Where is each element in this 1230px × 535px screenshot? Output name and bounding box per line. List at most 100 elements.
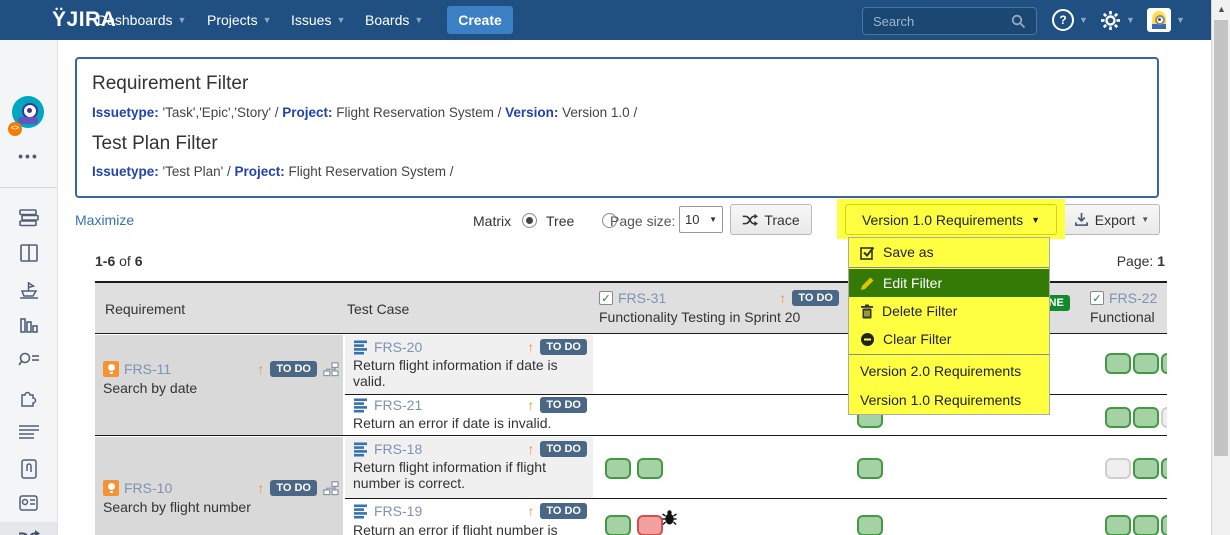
status-badge: TO DO	[540, 503, 587, 519]
vertical-scrollbar[interactable]: ▲	[1211, 0, 1230, 535]
sidebar-more-icon[interactable]: •••	[0, 148, 57, 164]
nav-issues[interactable]: Issues▼	[291, 0, 345, 40]
page-size-select[interactable]: 10 ▼	[679, 206, 723, 233]
sidebar-item-backlog[interactable]	[0, 208, 57, 228]
priority-up-icon: ↑	[257, 481, 264, 495]
nav-dashboards[interactable]: Dashboards▼	[97, 0, 186, 40]
matrix-radio[interactable]	[522, 213, 537, 228]
menu-item-edit-filter[interactable]: Edit Filter	[849, 269, 1049, 297]
filter-summary-panel: Requirement Filter Issuetype: 'Task','Ep…	[75, 57, 1159, 198]
magnifier-list-icon	[18, 351, 40, 370]
search-box	[862, 7, 1037, 35]
trace-cell-pass[interactable]	[1133, 407, 1159, 428]
menu-item-version-2[interactable]: Version 2.0 Requirements	[849, 356, 1049, 385]
project-type-badge: <>	[8, 122, 22, 136]
issue-key-link[interactable]: FRS-19	[374, 503, 422, 519]
sidebar-item-addons[interactable]	[0, 387, 57, 408]
trace-cell-fail[interactable]	[637, 515, 663, 535]
sidebar-item-reports[interactable]	[0, 315, 57, 335]
trace-cell-pass[interactable]	[1105, 353, 1131, 374]
sidebar-item-issues[interactable]	[0, 351, 57, 370]
search-input[interactable]	[871, 10, 1010, 32]
chevron-down-icon: ▼	[1126, 15, 1135, 25]
test-case-icon	[353, 441, 369, 457]
trash-icon	[860, 304, 874, 319]
issue-key-link[interactable]: FRS-10	[124, 480, 172, 496]
trace-cell-pass[interactable]	[605, 515, 631, 535]
issue-key-link[interactable]: FRS-20	[374, 339, 422, 355]
export-button[interactable]: Export ▼	[1063, 204, 1160, 235]
sidebar-item-pages[interactable]	[0, 458, 57, 480]
page-icon	[19, 458, 39, 480]
nav-projects[interactable]: Projects ▼	[207, 0, 272, 40]
test-plan-filter-line: Issuetype: 'Test Plan' / Project: Flight…	[92, 164, 454, 179]
result-range: 1-6	[95, 253, 115, 269]
bug-icon[interactable]	[662, 509, 677, 526]
issuetype-label: Issuetype:	[92, 105, 159, 120]
trace-cell-pass[interactable]	[1105, 407, 1131, 428]
issue-key-link[interactable]: FRS-11	[124, 361, 171, 377]
issue-key-link[interactable]: FRS-22	[1109, 290, 1157, 306]
menu-item-version-1[interactable]: Version 1.0 Requirements	[849, 385, 1049, 414]
col-header-frs31: ✓ FRS-31 ↑ TO DO Functionality Testing i…	[599, 290, 839, 325]
test-plan-icon: ✓	[599, 291, 613, 305]
trace-cell-pass[interactable]	[1133, 353, 1159, 374]
trace-cell-pass[interactable]	[1161, 353, 1167, 374]
search-icon[interactable]	[1011, 14, 1026, 29]
trace-cell-pass[interactable]	[1105, 515, 1131, 535]
version-value: Version 1.0 /	[558, 105, 637, 120]
trace-cell-none[interactable]	[1161, 407, 1167, 428]
page-label: Page:	[1117, 253, 1154, 269]
menu-item-save-as[interactable]: Save as	[849, 238, 1049, 266]
trace-button[interactable]: Trace	[730, 204, 812, 235]
test-case-summary: Return flight information if flight numb…	[353, 459, 587, 491]
sidebar-item-traceability[interactable]	[0, 529, 57, 535]
sidebar-item-releases[interactable]	[0, 279, 57, 299]
issue-key-link[interactable]: FRS-18	[374, 441, 422, 457]
card-icon	[18, 494, 39, 512]
issuetype-value: 'Task','Epic','Story' /	[159, 105, 283, 120]
test-case-summary: Return flight information if date is val…	[353, 357, 587, 389]
lines-icon	[18, 424, 40, 440]
saved-filter-dropdown-button[interactable]: Version 1.0 Requirements ▼	[845, 204, 1057, 235]
chevron-down-icon: ▼	[1141, 215, 1149, 224]
board-icon	[19, 243, 39, 263]
hierarchy-icon[interactable]	[323, 362, 339, 377]
user-menu[interactable]: ▼	[1147, 0, 1185, 40]
trace-cell-pass[interactable]	[1161, 515, 1167, 535]
save-as-icon	[860, 245, 875, 260]
story-icon	[103, 361, 119, 377]
trace-cell-pass[interactable]	[857, 458, 883, 479]
issue-key-link[interactable]: FRS-21	[374, 397, 422, 413]
issue-key-link[interactable]: FRS-31	[618, 290, 666, 306]
status-badge: TO DO	[270, 480, 317, 496]
nav-projects-label: Projects	[207, 12, 258, 28]
menu-item-delete-filter[interactable]: Delete Filter	[849, 297, 1049, 325]
hierarchy-icon[interactable]	[323, 481, 339, 496]
maximize-link[interactable]: Maximize	[75, 212, 134, 228]
scrollbar-up-arrow[interactable]: ▲	[1212, 4, 1230, 14]
sidebar-item-summary[interactable]	[0, 424, 57, 440]
status-badge: TO DO	[540, 441, 587, 457]
sidebar-item-project-card[interactable]	[0, 494, 57, 512]
nav-boards[interactable]: Boards▼	[365, 0, 423, 40]
trace-cell-pass[interactable]	[1133, 515, 1159, 535]
chevron-down-icon: ▼	[263, 15, 272, 25]
requirement-summary: Search by date	[103, 380, 339, 396]
col-header-requirement: Requirement	[105, 301, 185, 317]
menu-item-clear-filter[interactable]: Clear Filter	[849, 325, 1049, 353]
help-menu[interactable]: ?▼	[1052, 0, 1088, 40]
trace-cell-pass[interactable]	[637, 458, 663, 479]
trace-cell-pass[interactable]	[1161, 458, 1167, 479]
trace-cell-none[interactable]	[1105, 458, 1131, 479]
chevron-down-icon: ▼	[414, 15, 423, 25]
trace-cell-pass[interactable]	[857, 515, 883, 535]
trace-cell-pass[interactable]	[1133, 458, 1159, 479]
scrollbar-thumb[interactable]	[1214, 20, 1228, 456]
sidebar-item-board[interactable]	[0, 243, 57, 263]
requirement-filter-title: Requirement Filter	[92, 73, 248, 95]
chevron-down-icon: ▼	[336, 15, 345, 25]
create-button[interactable]: Create	[447, 6, 513, 34]
trace-cell-pass[interactable]	[605, 458, 631, 479]
settings-menu[interactable]: ▼	[1100, 0, 1135, 40]
